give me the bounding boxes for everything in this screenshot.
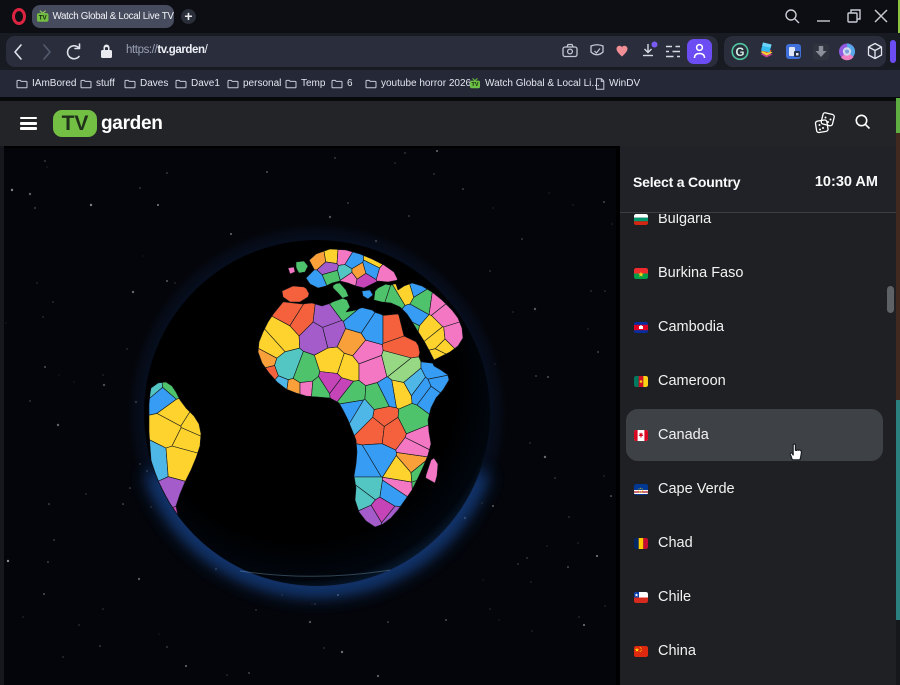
svg-text:TV: TV: [39, 15, 48, 22]
svg-text:TV: TV: [472, 82, 479, 88]
svg-text:G: G: [736, 47, 745, 59]
